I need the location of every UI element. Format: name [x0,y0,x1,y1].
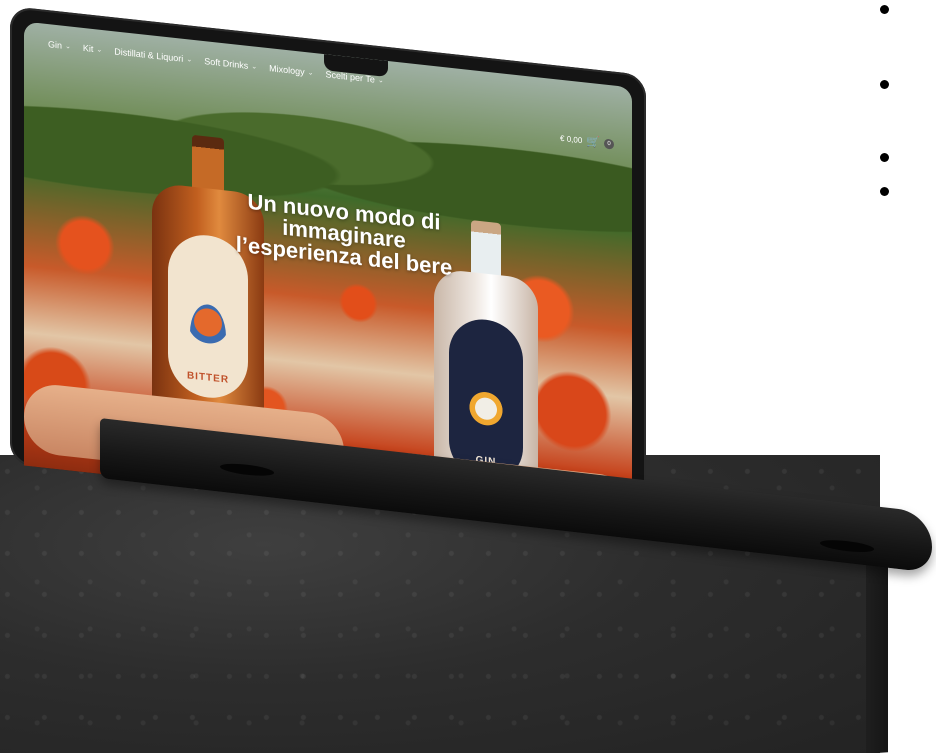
nav-item-label: Kit [82,42,94,55]
chevron-down-icon: ⌄ [186,56,193,64]
chevron-down-icon: ⌄ [65,42,71,51]
chevron-down-icon: ⌄ [377,76,384,85]
dancer-illustration-icon [468,385,504,450]
chevron-down-icon: ⌄ [307,69,314,77]
cart-count-badge: 0 [604,138,614,150]
product-label-text: BITTER [186,370,230,386]
chevron-down-icon: ⌄ [96,46,103,55]
nav-item-kit[interactable]: Kit ⌄ [83,43,102,55]
nav-item-soft-drinks[interactable]: Soft Drinks ⌄ [204,56,257,72]
laptop-foot [820,538,874,555]
nav-item-scelti-per-te[interactable]: Scelti per Te ⌄ [325,69,383,85]
laptop-foot [220,461,274,478]
bullet-dot [880,5,889,14]
nav-item-label: Distillati & Liquori [114,46,184,64]
nav-item-mixology[interactable]: Mixology ⌄ [269,63,313,78]
nav-item-distillati-liquori[interactable]: Distillati & Liquori ⌄ [114,46,192,64]
bullet-dot [880,187,889,196]
bullet-list [880,0,920,200]
nav-item-label: Gin [48,39,63,51]
bitter-bottle-image: BITTER [152,130,264,433]
nav-item-label: Mixology [269,63,305,78]
mockup-scene: Gin ⌄ Kit ⌄ Distillati & Liquori ⌄ Soft … [0,0,936,753]
cart-total: € 0,00 [560,133,583,146]
nav-item-label: Scelti per Te [325,69,375,85]
bullet-dot [880,80,889,89]
bullet-dot [880,153,889,162]
dancer-illustration-icon [190,302,226,367]
cart-icon: 🛒 [586,135,600,150]
nav-item-label: Soft Drinks [204,56,249,71]
chevron-down-icon: ⌄ [251,63,258,71]
nav-item-gin[interactable]: Gin ⌄ [48,39,71,51]
